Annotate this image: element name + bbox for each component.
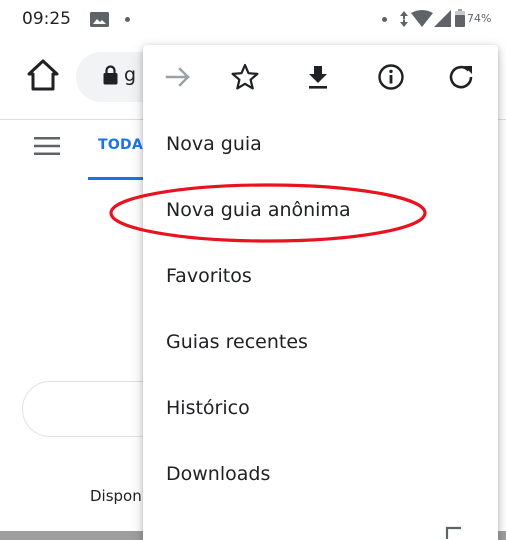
menu-item-recent-tabs[interactable]: Guias recentes — [143, 311, 498, 377]
status-time: 09:25 — [22, 9, 71, 29]
menu-item-history[interactable]: Histórico — [143, 377, 498, 443]
lock-icon — [103, 65, 118, 85]
battery-icon — [455, 9, 465, 27]
info-icon[interactable] — [376, 62, 406, 92]
menu-item-label: Nova guia — [166, 133, 262, 155]
overflow-menu: Nova guia Nova guia anônima Favoritos Gu… — [143, 45, 498, 540]
menu-item-label: Favoritos — [166, 265, 252, 287]
menu-item-downloads[interactable]: Downloads — [143, 443, 498, 509]
menu-icon-row — [143, 45, 498, 111]
menu-item-new-incognito-tab[interactable]: Nova guia anônima — [143, 179, 498, 245]
browser-screen: 09:25 74% g TODAS Dispon Nova guia Nova … — [0, 0, 506, 540]
menu-item-label: Guias recentes — [166, 331, 308, 353]
menu-item-bookmarks[interactable]: Favoritos — [143, 245, 498, 311]
star-icon[interactable] — [230, 62, 260, 92]
active-tab-indicator — [88, 177, 148, 180]
menu-item-label: Nova guia anônima — [166, 199, 351, 221]
menu-item-new-tab[interactable]: Nova guia — [143, 113, 498, 179]
notification-dot-icon — [125, 17, 130, 22]
availability-text: Dispon — [90, 487, 142, 505]
data-arrows-icon — [400, 11, 408, 27]
download-icon[interactable] — [303, 62, 333, 92]
status-bar: 09:25 74% — [0, 0, 506, 38]
hamburger-menu-icon[interactable] — [34, 137, 60, 155]
partial-menu-icon — [445, 526, 461, 539]
forward-arrow-icon[interactable] — [163, 62, 193, 92]
battery-percent: 74% — [467, 12, 492, 25]
menu-item-label: Histórico — [166, 397, 250, 419]
wifi-icon — [411, 10, 433, 27]
status-dot-icon — [382, 17, 387, 22]
refresh-icon[interactable] — [446, 62, 476, 92]
cell-signal-icon — [434, 10, 451, 27]
home-icon[interactable] — [26, 58, 60, 92]
menu-item-label: Downloads — [166, 463, 271, 485]
url-text: g — [124, 64, 137, 86]
gallery-icon — [90, 12, 109, 27]
